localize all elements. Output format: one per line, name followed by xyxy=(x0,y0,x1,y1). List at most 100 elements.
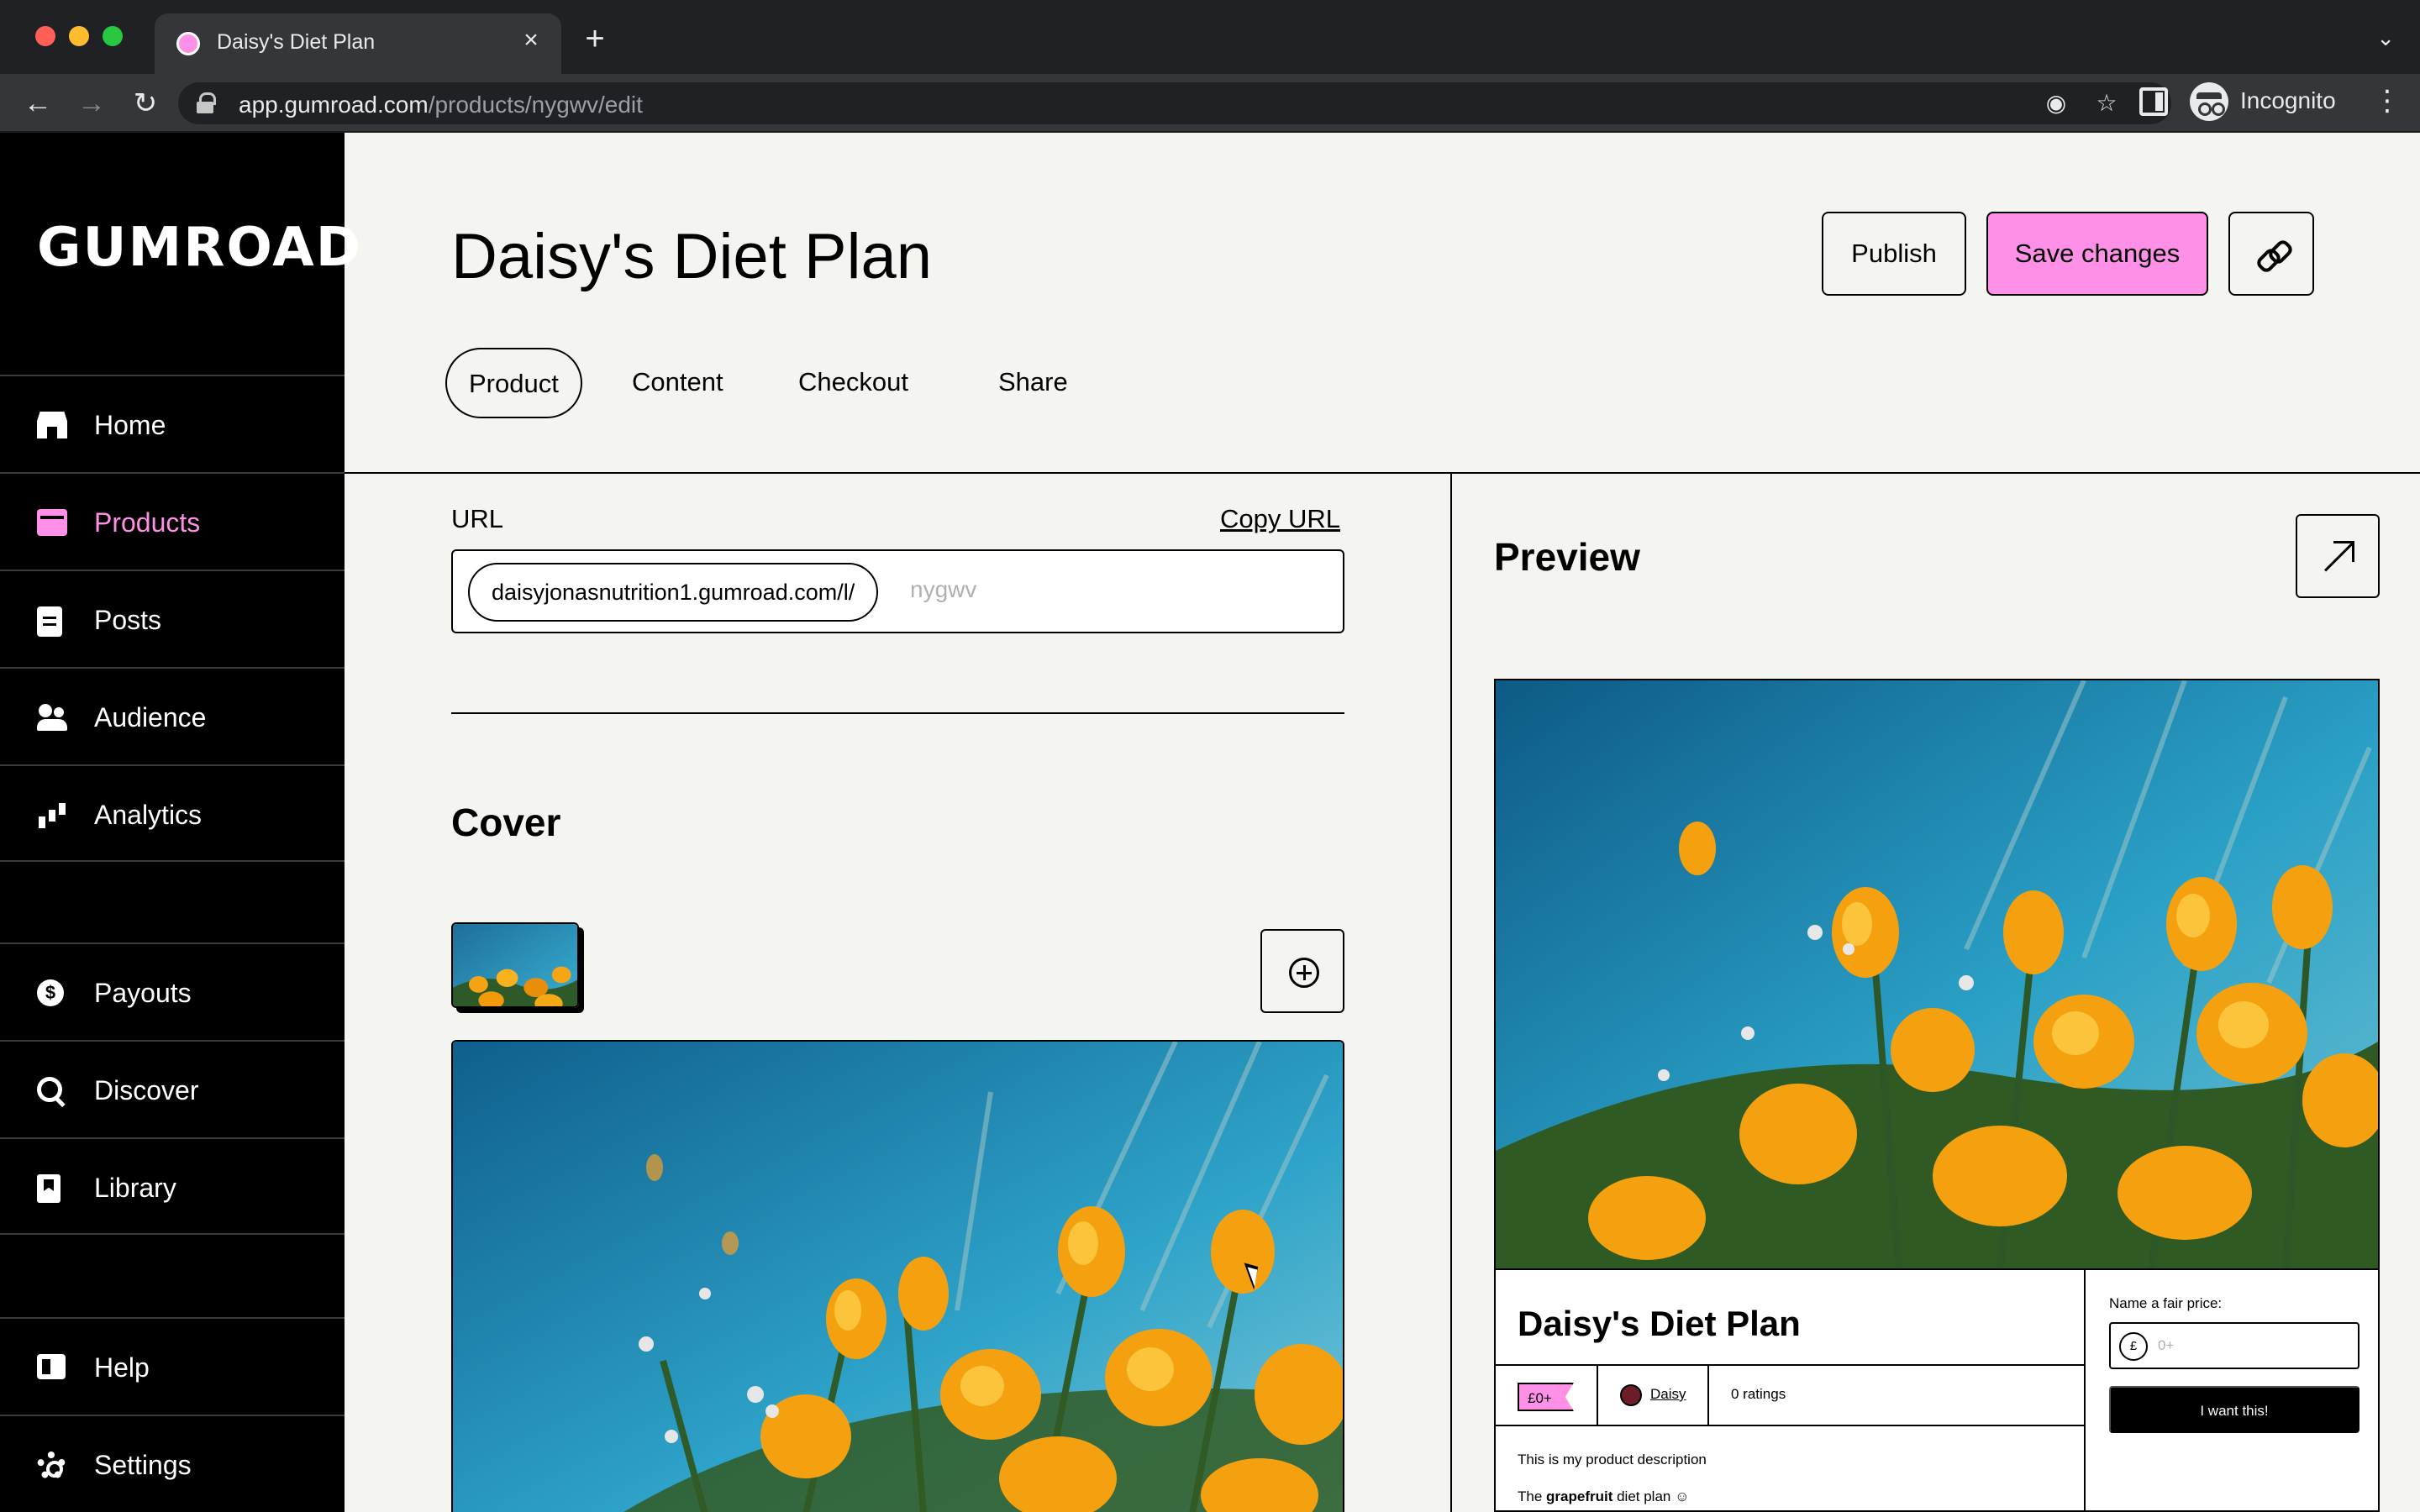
tab-content[interactable]: Content xyxy=(610,348,745,418)
new-tab-icon[interactable]: + xyxy=(576,22,613,59)
gumroad-favicon-icon xyxy=(176,32,200,55)
side-panel-icon[interactable] xyxy=(2139,87,2168,116)
i-want-this-button[interactable]: I want this! xyxy=(2109,1386,2360,1433)
fair-price-label: Name a fair price: xyxy=(2109,1295,2223,1311)
analytics-icon xyxy=(37,801,67,828)
forward-arrow-icon[interactable]: → xyxy=(72,84,111,123)
sidebar-item-library[interactable]: Library xyxy=(0,1137,345,1235)
eye-off-icon[interactable]: ◉ xyxy=(2040,87,2072,119)
close-tab-icon[interactable]: × xyxy=(514,24,548,57)
profile-label[interactable]: Incognito xyxy=(2240,87,2336,114)
sidebar-item-label: Home xyxy=(94,410,166,440)
browser-tab[interactable]: Daisy's Diet Plan × xyxy=(155,13,561,74)
currency-badge: £ xyxy=(2119,1332,2148,1361)
address-bar[interactable]: app.gumroad.com/products/nygwv/edit ◉ ☆ xyxy=(178,82,2171,124)
sidebar-primary-nav: Home Products Posts Audience Analytics xyxy=(0,375,345,862)
library-icon xyxy=(37,1174,60,1203)
avatar xyxy=(1620,1384,1642,1406)
save-changes-button[interactable]: Save changes xyxy=(1986,212,2208,296)
preview-heading: Preview xyxy=(1494,535,1640,579)
section-divider xyxy=(451,712,1344,714)
link-icon xyxy=(2259,245,2287,265)
sidebar-item-label: Discover xyxy=(94,1075,199,1105)
reload-icon[interactable]: ↻ xyxy=(126,84,165,123)
sidebar-item-help[interactable]: Help xyxy=(0,1317,345,1415)
settings-icon xyxy=(37,1452,66,1480)
publish-button[interactable]: Publish xyxy=(1822,212,1966,296)
posts-icon xyxy=(37,606,62,637)
copy-url-link[interactable]: Copy URL xyxy=(1220,504,1340,534)
product-description: This is my product description xyxy=(1518,1452,1707,1467)
cover-image xyxy=(451,1040,1344,1512)
sidebar-item-payouts[interactable]: $ Payouts xyxy=(0,942,345,1040)
preview-purchase-panel: Name a fair price: £ 0+ I want this! xyxy=(2087,1270,2378,1510)
discover-icon xyxy=(37,1077,67,1104)
tab-search-chevron-icon[interactable]: ⌄ xyxy=(2376,25,2395,51)
open-preview-button[interactable] xyxy=(2296,514,2380,598)
product-preview-card: Daisy's Diet Plan £0+ Daisy 0 ratings Th… xyxy=(1494,679,2380,1512)
sidebar-item-label: Products xyxy=(94,507,201,538)
plus-circle-icon xyxy=(1289,958,1319,988)
ratings-count: 0 ratings xyxy=(1731,1386,1786,1402)
gumroad-logo[interactable]: GUMROAD xyxy=(37,217,362,279)
arrow-up-right-icon xyxy=(2323,541,2354,573)
sidebar-item-posts[interactable]: Posts xyxy=(0,570,345,667)
column-divider xyxy=(1450,474,1452,1512)
url-slug-input[interactable]: nygwv xyxy=(910,576,976,603)
sidebar-item-products[interactable]: Products xyxy=(0,472,345,570)
sidebar-secondary-nav: $ Payouts Discover Library xyxy=(0,942,345,1235)
sidebar-item-discover[interactable]: Discover xyxy=(0,1040,345,1137)
sidebar-item-label: Posts xyxy=(94,605,162,635)
price-input[interactable]: £ 0+ xyxy=(2109,1322,2360,1369)
preview-meta-row: £0+ Daisy 0 ratings xyxy=(1496,1364,2084,1426)
sidebar-item-home[interactable]: Home xyxy=(0,375,345,472)
sidebar-item-settings[interactable]: Settings xyxy=(0,1415,345,1512)
window-zoom-control[interactable] xyxy=(103,26,123,46)
browser-menu-icon[interactable]: ⋮ xyxy=(2373,84,2402,118)
product-description-line: The grapefruit diet plan ☺ xyxy=(1518,1488,1690,1504)
tab-share[interactable]: Share xyxy=(976,348,1090,418)
sidebar-item-label: Help xyxy=(94,1352,150,1383)
header-divider xyxy=(345,472,2420,474)
browser-tab-strip: Daisy's Diet Plan × + ⌄ xyxy=(0,0,2420,74)
sidebar-item-label: Payouts xyxy=(94,978,192,1008)
payouts-icon: $ xyxy=(37,979,64,1006)
add-cover-button[interactable] xyxy=(1260,929,1344,1013)
incognito-icon[interactable] xyxy=(2190,82,2228,121)
preview-cover-image xyxy=(1496,680,2378,1270)
browser-toolbar: ← → ↻ app.gumroad.com/products/nygwv/edi… xyxy=(0,74,2420,133)
window-minimize-control[interactable] xyxy=(69,26,89,46)
window-close-control[interactable] xyxy=(35,26,55,46)
url-prefix-pill: daisyjonasnutrition1.gumroad.com/l/ xyxy=(468,563,879,622)
back-arrow-icon[interactable]: ← xyxy=(18,84,57,123)
sidebar-footer-nav: Help Settings xyxy=(0,1317,345,1512)
tab-product[interactable]: Product xyxy=(445,348,582,418)
sidebar: GUMROAD Home Products Posts Audience Ana… xyxy=(0,133,360,1512)
cover-thumbnail[interactable] xyxy=(451,922,579,1008)
price-badge: £0+ xyxy=(1518,1383,1574,1411)
url-label: URL xyxy=(451,504,504,533)
address-bar-url[interactable]: app.gumroad.com/products/nygwv/edit xyxy=(239,92,643,118)
preview-product-title: Daisy's Diet Plan xyxy=(1518,1304,1801,1343)
cover-heading: Cover xyxy=(451,801,561,844)
bookmark-star-icon[interactable]: ☆ xyxy=(2091,87,2123,119)
preview-creator-cell: Daisy xyxy=(1598,1366,1709,1425)
sidebar-item-audience[interactable]: Audience xyxy=(0,667,345,764)
sidebar-item-label: Library xyxy=(94,1173,176,1203)
audience-icon xyxy=(37,704,67,731)
help-icon xyxy=(37,1354,66,1379)
url-field[interactable]: daisyjonasnutrition1.gumroad.com/l/ nygw… xyxy=(451,549,1344,633)
lock-icon[interactable] xyxy=(197,92,216,114)
price-placeholder: 0+ xyxy=(2158,1337,2175,1353)
home-icon xyxy=(37,412,67,438)
tab-checkout[interactable]: Checkout xyxy=(776,348,930,418)
sidebar-item-analytics[interactable]: Analytics xyxy=(0,764,345,862)
copy-link-button[interactable] xyxy=(2228,212,2314,296)
browser-tab-title: Daisy's Diet Plan xyxy=(217,30,376,54)
page-title: Daisy's Diet Plan xyxy=(451,221,933,292)
preview-product-info: Daisy's Diet Plan £0+ Daisy 0 ratings Th… xyxy=(1496,1270,2086,1510)
creator-link[interactable]: Daisy xyxy=(1650,1386,1686,1403)
sidebar-item-label: Audience xyxy=(94,702,207,732)
preview-price-cell: £0+ xyxy=(1496,1366,1598,1425)
products-icon xyxy=(37,509,67,536)
